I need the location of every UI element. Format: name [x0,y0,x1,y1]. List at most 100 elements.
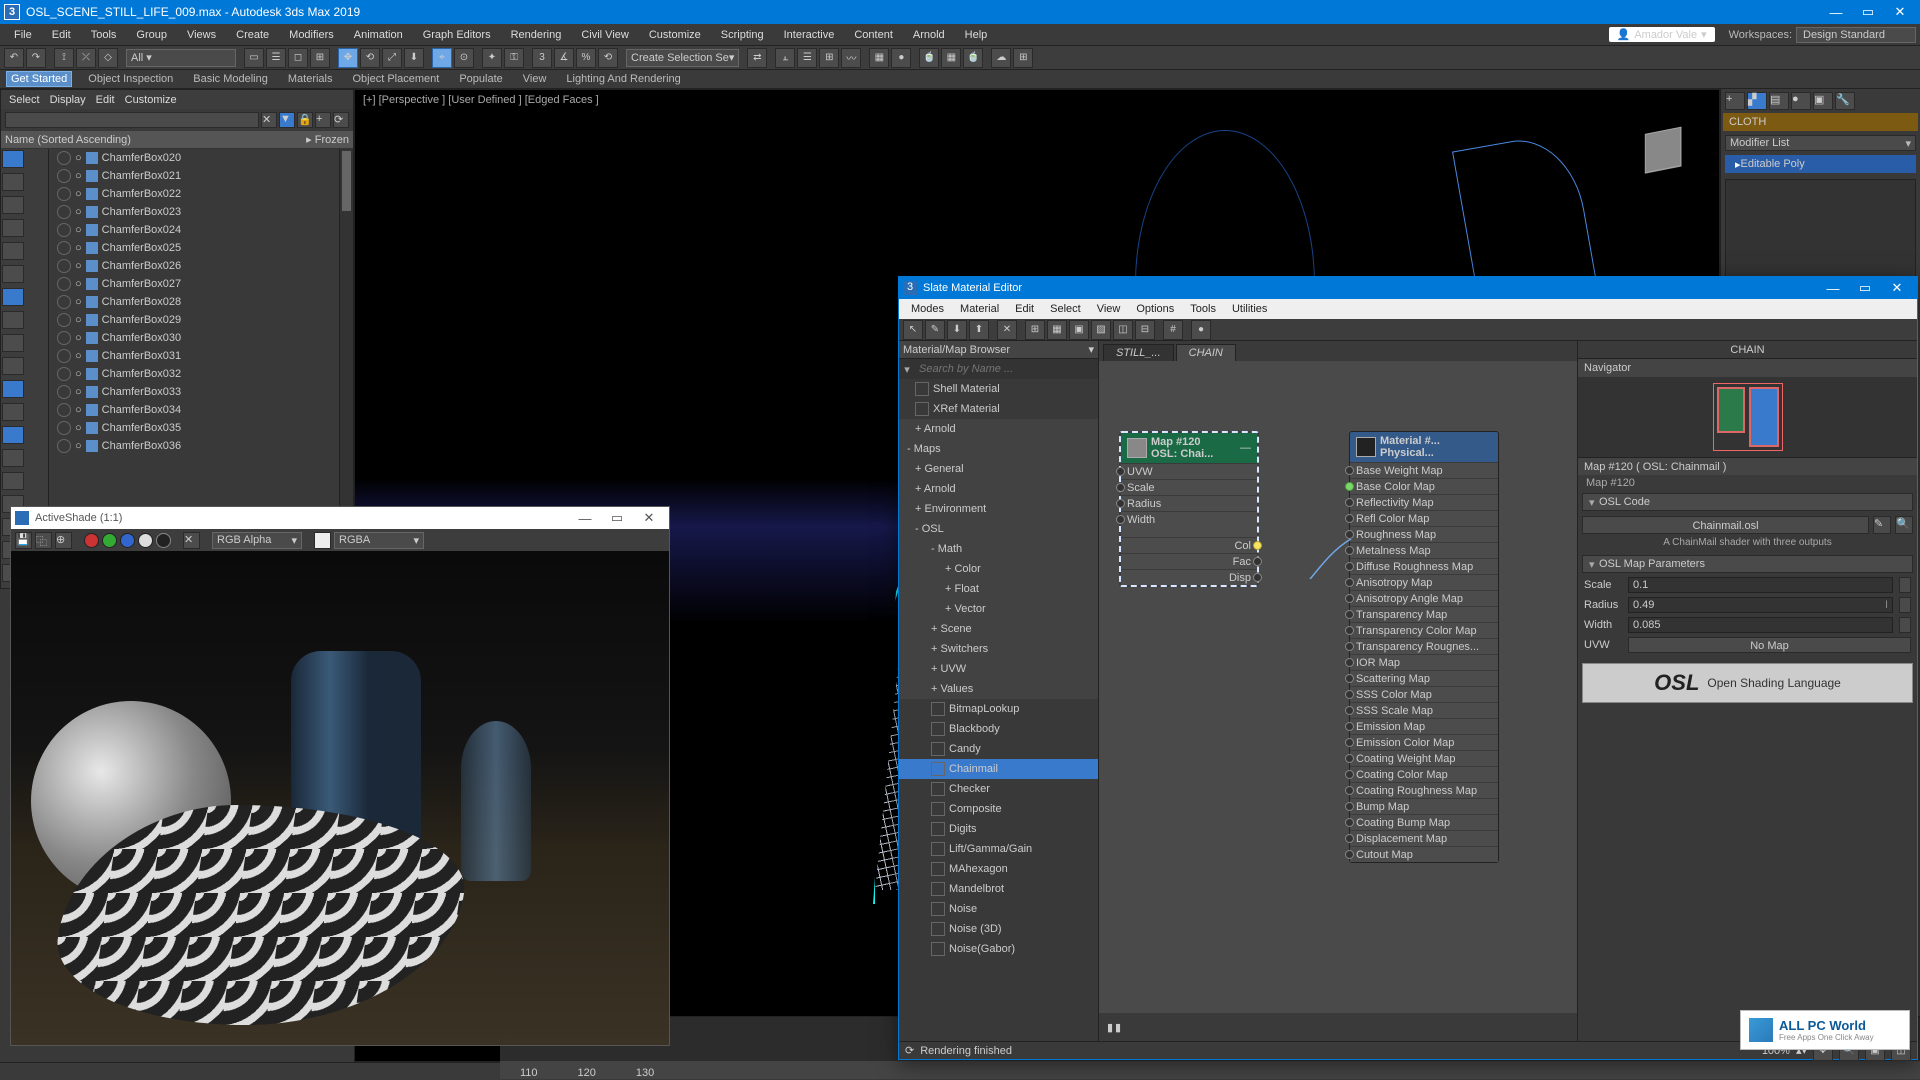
refcoord-button[interactable]: ⌖ [432,48,452,68]
a360-button[interactable]: ☁ [991,48,1011,68]
rollout-osl-params[interactable]: ▾OSL Map Parameters [1582,555,1913,573]
undo-button[interactable]: ↶ [4,48,24,68]
slate-menu-material[interactable]: Material [952,302,1007,316]
node-input[interactable]: Displacement Map [1350,830,1498,846]
as-copy-icon[interactable]: ⿻ [35,532,52,549]
percent-snap-button[interactable]: % [576,48,596,68]
as-minimize[interactable]: — [569,506,601,530]
browser-item[interactable]: + Float [899,579,1098,599]
ribbon-basicmodeling[interactable]: Basic Modeling [189,72,272,86]
spinner-icon[interactable] [1899,597,1911,613]
socket-in[interactable] [1345,482,1354,491]
graph-canvas[interactable]: Map #120OSL: Chai... — UVW Scale Radius … [1099,361,1577,1013]
node-input[interactable]: Transparency Rougnes... [1350,638,1498,654]
node-input[interactable]: Scattering Map [1350,670,1498,686]
slate-move-children-icon[interactable]: ⊞ [1025,320,1045,340]
visibility-icon[interactable] [57,295,71,309]
node-input[interactable]: Anisotropy Angle Map [1350,590,1498,606]
node-input[interactable]: Metalness Map [1350,542,1498,558]
rollout-osl-code[interactable]: ▾OSL Code [1582,493,1913,511]
node-physical-material[interactable]: Material #...Physical... Base Weight Map… [1349,431,1499,863]
modifier-editable-poly[interactable]: ▸ Editable Poly [1725,155,1916,173]
node-minimize-icon[interactable]: — [1240,442,1251,454]
as-display-dropdown[interactable]: RGBA▾ [334,532,424,549]
socket-in[interactable] [1345,594,1354,603]
visibility-icon[interactable] [57,313,71,327]
menu-animation[interactable]: Animation [344,27,413,43]
activeshade-render-view[interactable] [11,551,669,1045]
socket-in[interactable] [1345,546,1354,555]
pause-icon[interactable]: ▮▮ [1107,1021,1123,1034]
socket-in[interactable] [1345,626,1354,635]
curve-button[interactable]: 〰 [841,48,861,68]
snap-button[interactable]: 3 [532,48,552,68]
filter-space-icon[interactable] [2,288,24,306]
visibility-icon[interactable] [57,403,71,417]
slate-delete-icon[interactable]: ✕ [997,320,1017,340]
scene-item[interactable]: ○ChamferBox022 [49,185,353,203]
browser-item[interactable]: Digits [899,819,1098,839]
socket-in[interactable] [1345,674,1354,683]
visibility-icon[interactable] [57,205,71,219]
rotate-button[interactable]: ⟲ [360,48,380,68]
socket-in[interactable] [1345,610,1354,619]
filter-container-icon[interactable] [2,380,24,398]
spinner-icon[interactable] [1899,617,1911,633]
slate-assign-icon[interactable]: ⬇ [947,320,967,340]
socket-in[interactable] [1116,467,1125,476]
menu-group[interactable]: Group [126,27,177,43]
visibility-icon[interactable] [57,223,71,237]
graph-tab-still[interactable]: STILL_... [1103,344,1174,361]
browser-item[interactable]: + Arnold [899,479,1098,499]
param-uvw-button[interactable]: No Map [1628,637,1911,653]
se-lock-icon[interactable]: 🔒 [297,112,313,128]
slate-menu-edit[interactable]: Edit [1007,302,1042,316]
socket-in[interactable] [1345,770,1354,779]
node-input[interactable]: Coating Roughness Map [1350,782,1498,798]
ribbon-objectplacement[interactable]: Object Placement [348,72,443,86]
socket-in[interactable] [1345,578,1354,587]
se-menu-edit[interactable]: Edit [96,94,115,106]
socket-in[interactable] [1345,802,1354,811]
scene-item[interactable]: ○ChamferBox020 [49,149,353,167]
visibility-icon[interactable] [57,187,71,201]
socket-in[interactable] [1345,706,1354,715]
filter-dropdown[interactable]: All ▾ [126,49,236,67]
slate-maximize[interactable]: ▭ [1849,276,1881,300]
filter-group-icon[interactable] [2,311,24,329]
socket-in[interactable] [1345,818,1354,827]
browser-item[interactable]: Lift/Gamma/Gain [899,839,1098,859]
filter-all-icon[interactable] [2,150,24,168]
menu-views[interactable]: Views [177,27,226,43]
filter-light-icon[interactable] [2,219,24,237]
browser-item[interactable]: XRef Material [899,399,1098,419]
menu-scripting[interactable]: Scripting [711,27,774,43]
menu-file[interactable]: File [4,27,42,43]
slate-menu-select[interactable]: Select [1042,302,1089,316]
socket-in[interactable] [1345,850,1354,859]
visibility-icon[interactable] [57,349,71,363]
scene-item[interactable]: ○ChamferBox030 [49,329,353,347]
as-clear-icon[interactable]: ✕ [183,532,200,549]
socket-in[interactable] [1345,466,1354,475]
visibility-icon[interactable] [57,385,71,399]
filter-geom-icon[interactable] [2,173,24,191]
slate-show-map-icon[interactable]: ▣ [1069,320,1089,340]
as-alpha-channel[interactable] [138,533,153,548]
browser-search-input[interactable] [915,363,1098,375]
create-tab[interactable]: + [1725,92,1745,110]
node-input[interactable]: Roughness Map [1350,526,1498,542]
slate-menu-modes[interactable]: Modes [903,302,952,316]
as-maximize[interactable]: ▭ [601,506,633,530]
socket-in[interactable] [1345,498,1354,507]
as-clone-icon[interactable]: ⊕ [55,532,72,549]
se-menu-select[interactable]: Select [9,94,40,106]
socket-in[interactable] [1345,530,1354,539]
render-button[interactable]: 🍵 [963,48,983,68]
se-sync-icon[interactable]: ⟳ [333,112,349,128]
se-search-input[interactable] [5,112,259,128]
right-tab-chain[interactable]: CHAIN [1730,344,1764,356]
modifier-list-dropdown[interactable]: Modifier List▾ [1725,135,1916,151]
socket-in[interactable] [1345,754,1354,763]
render-frame-button[interactable]: ▦ [941,48,961,68]
